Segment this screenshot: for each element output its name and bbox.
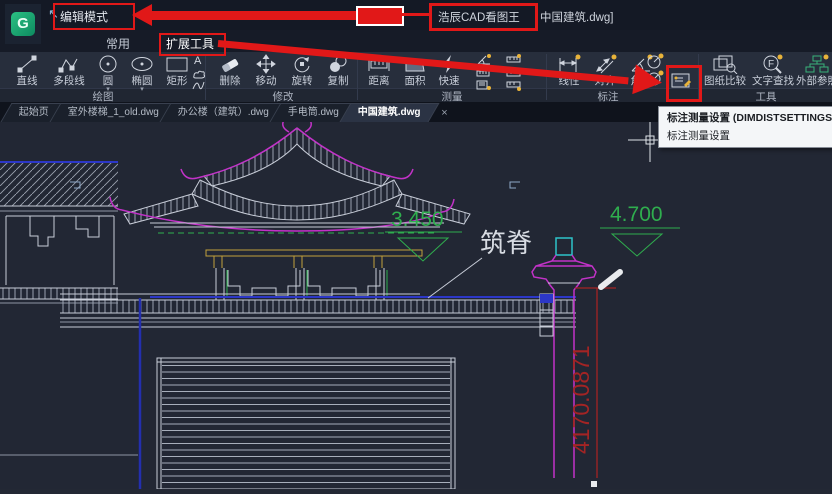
annotation-arrow-left-tail bbox=[400, 13, 430, 16]
rotate-button[interactable]: 旋转 bbox=[284, 54, 320, 87]
elevation-right-value: 4.700 bbox=[610, 203, 663, 226]
svg-text:A: A bbox=[194, 55, 202, 66]
external-reference-button[interactable]: 外部参照 bbox=[796, 54, 832, 87]
text-find-icon: F bbox=[761, 54, 785, 74]
doc-tab-china-building[interactable]: 中国建筑.dwg bbox=[340, 103, 440, 122]
elevation-marker-right: 4.700 bbox=[600, 203, 680, 256]
text-find-button[interactable]: F 文字查找 bbox=[750, 54, 796, 87]
erase-button[interactable]: 删除 bbox=[212, 54, 248, 87]
rectangle-button[interactable]: 矩形 bbox=[160, 54, 194, 87]
annotation-box-settings-icon bbox=[666, 65, 702, 102]
annotation-arrow-left-head bbox=[132, 4, 152, 26]
close-tab-icon[interactable]: × bbox=[441, 104, 447, 122]
external-reference-icon bbox=[805, 54, 829, 74]
eave-band bbox=[60, 294, 576, 327]
elevation-left-value: 3.450 bbox=[391, 208, 444, 231]
rotate-icon bbox=[291, 54, 313, 74]
annotation-box-extended-tools bbox=[159, 33, 226, 56]
polyline-icon bbox=[58, 54, 80, 74]
rectangle-icon bbox=[165, 54, 189, 74]
ellipse-button[interactable]: 椭圆 ▾ bbox=[124, 54, 160, 92]
app-logo[interactable]: G bbox=[5, 4, 41, 44]
group-separator bbox=[357, 54, 358, 100]
spline-icon[interactable] bbox=[192, 78, 205, 96]
annotation-arrow-diagonal-head bbox=[632, 64, 663, 97]
tooltip: 标注测量设置 (DIMDISTSETTINGS) 标注测量设置 bbox=[658, 106, 832, 148]
chevron-down-icon[interactable]: ▾ bbox=[92, 87, 124, 92]
annotation-arrow-grip bbox=[356, 6, 404, 26]
chevron-down-icon[interactable]: ▾ bbox=[124, 87, 160, 92]
ribbon-tab-common[interactable]: 常用 bbox=[106, 35, 130, 52]
tooltip-title: 标注测量设置 (DIMDISTSETTINGS) bbox=[667, 110, 832, 125]
ridge-text: 筑脊 bbox=[480, 228, 532, 258]
app-logo-icon: G bbox=[11, 12, 35, 36]
pavilion-columns bbox=[206, 250, 422, 300]
annotation-box-app-title bbox=[429, 3, 538, 31]
svg-text:F: F bbox=[768, 59, 774, 70]
drawing-compare-button[interactable]: 图纸比较 bbox=[702, 54, 748, 87]
move-button[interactable]: 移动 bbox=[248, 54, 284, 87]
drawing-canvas[interactable]: 3.450 4.700 筑脊 4170.0871 bbox=[0, 122, 832, 489]
measure-coord-icon[interactable] bbox=[476, 78, 492, 96]
line-button[interactable]: 直线 bbox=[8, 54, 46, 87]
tooltip-subtitle: 标注测量设置 bbox=[667, 128, 832, 143]
measure-ruler4-icon[interactable] bbox=[506, 78, 522, 96]
ellipse-icon bbox=[130, 54, 154, 74]
line-icon bbox=[16, 54, 38, 74]
doc-tab-stairs[interactable]: 室外楼梯_1_old.dwg bbox=[50, 103, 178, 122]
eraser-icon bbox=[219, 54, 241, 74]
quick-measure-button[interactable]: 快速 bbox=[434, 54, 464, 87]
circle-icon bbox=[97, 54, 119, 74]
polyline-button[interactable]: 多段线 bbox=[46, 54, 92, 87]
left-annex-roof bbox=[0, 162, 118, 303]
group-separator bbox=[205, 54, 206, 100]
circle-button[interactable]: 圆 ▾ bbox=[92, 54, 124, 92]
drawing-compare-icon bbox=[712, 54, 738, 74]
doc-tab-office[interactable]: 办公楼（建筑）.dwg bbox=[160, 103, 288, 122]
aligned-dimension-icon bbox=[593, 54, 617, 74]
vertical-dimension-value: 4170.0871 bbox=[568, 345, 594, 454]
move-icon bbox=[255, 54, 277, 74]
annotation-box-edit-mode bbox=[53, 3, 135, 30]
pavilion-roof bbox=[70, 122, 520, 233]
window-title-doc: 中国建筑.dwg] bbox=[540, 9, 614, 25]
